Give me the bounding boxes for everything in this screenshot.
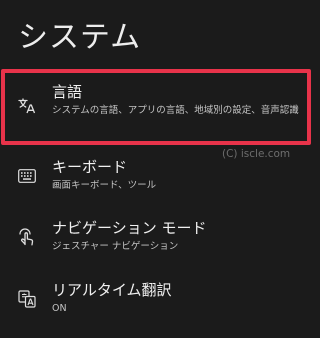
settings-item-live-translate[interactable]: リアルタイム翻訳 ON <box>0 280 320 320</box>
settings-item-summary: 画面キーボード、ツール <box>52 180 157 191</box>
live-translate-icon <box>17 289 37 309</box>
settings-item-keyboard[interactable]: キーボード 画面キーボード、ツール <box>0 157 320 197</box>
settings-item-title: リアルタイム翻訳 <box>52 281 172 299</box>
settings-item-summary: ON <box>52 303 67 314</box>
keyboard-icon <box>17 166 37 186</box>
settings-item-title: 言語 <box>52 83 83 101</box>
page-title: システム <box>18 20 142 55</box>
settings-item-language[interactable]: 言語 システムの言語、アプリの言語、地域別の設定、音声認識 <box>0 82 320 142</box>
gesture-navigation-icon <box>17 228 37 248</box>
settings-item-summary: ジェスチャー ナビゲーション <box>52 241 179 252</box>
settings-item-navigation-mode[interactable]: ナビゲーション モード ジェスチャー ナビゲーション <box>0 218 320 258</box>
settings-item-title: キーボード <box>52 158 128 176</box>
settings-item-summary: システムの言語、アプリの言語、地域別の設定、音声認識 <box>52 105 299 116</box>
translate-icon <box>17 96 37 116</box>
settings-item-title: ナビゲーション モード <box>52 219 207 237</box>
